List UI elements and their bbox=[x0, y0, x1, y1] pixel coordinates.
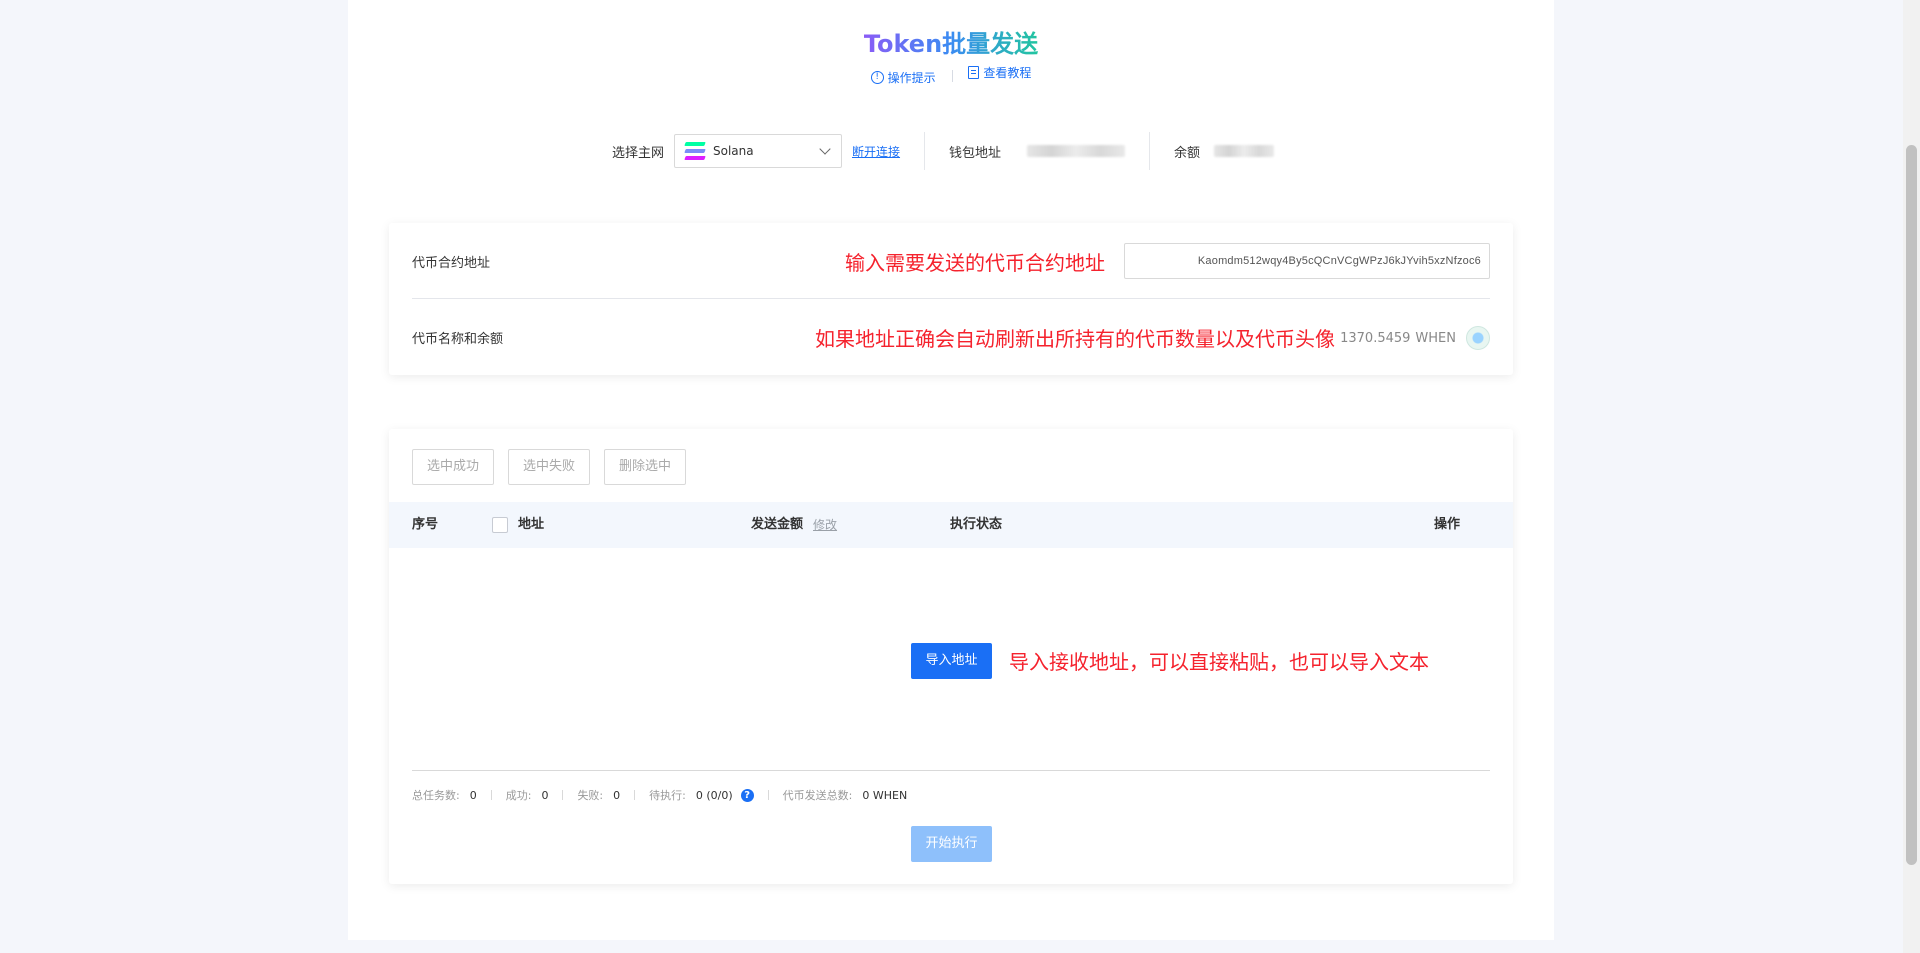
divider bbox=[924, 132, 926, 170]
column-action: 操作 bbox=[1434, 517, 1461, 532]
sent-total-value: 0 WHEN bbox=[862, 788, 908, 802]
disconnect-link[interactable]: 断开连接 bbox=[852, 143, 900, 160]
pending-label: 待执行: bbox=[649, 789, 686, 802]
fail-label: 失败: bbox=[577, 789, 604, 802]
divider bbox=[767, 790, 769, 800]
total-value: 0 bbox=[469, 788, 477, 802]
contract-label: 代币合约地址 bbox=[412, 255, 491, 271]
balance-label: 余额 bbox=[1174, 145, 1201, 161]
start-execution-button[interactable]: 开始执行 bbox=[911, 826, 992, 862]
token-info-row: 代币名称和余额 如果地址正确会自动刷新出所持有的代币数量以及代币头像 1370.… bbox=[412, 319, 1490, 355]
import-address-button[interactable]: 导入地址 bbox=[911, 643, 992, 679]
wallet-address-redacted bbox=[1027, 145, 1126, 157]
column-status: 执行状态 bbox=[950, 517, 1003, 532]
scrollbar-thumb[interactable] bbox=[1906, 145, 1917, 865]
pending-value: 0 (0/0) bbox=[695, 788, 733, 802]
chevron-down-icon bbox=[819, 143, 831, 155]
contract-address-input[interactable]: Kaomdm512wqy4By5cQCnVCgWPzJ6kJYvih5xzNfz… bbox=[1124, 243, 1490, 279]
network-label: 选择主网 bbox=[612, 145, 665, 161]
task-card: 选中成功 选中失败 删除选中 序号 地址 发送金额 修改 执行状态 操作 导入地… bbox=[389, 429, 1513, 884]
contract-row: 代币合约地址 输入需要发送的代币合约地址 Kaomdm512wqy4By5cQC… bbox=[412, 243, 1490, 279]
table-header: 序号 地址 发送金额 修改 执行状态 操作 bbox=[389, 502, 1513, 548]
divider bbox=[1149, 132, 1151, 170]
column-address: 地址 bbox=[492, 502, 544, 548]
info-icon: ! bbox=[870, 71, 884, 84]
wallet-label: 钱包地址 bbox=[949, 145, 1002, 161]
import-hint: 导入接收地址，可以直接粘贴，也可以导入文本 bbox=[1009, 650, 1429, 674]
delete-selected-button[interactable]: 删除选中 bbox=[604, 449, 687, 485]
tips-link[interactable]: ! 操作提示 bbox=[870, 69, 936, 86]
divider bbox=[412, 770, 1490, 771]
select-all-checkbox[interactable] bbox=[492, 517, 508, 533]
selection-buttons: 选中成功 选中失败 删除选中 bbox=[412, 449, 687, 485]
select-success-button[interactable]: 选中成功 bbox=[412, 449, 495, 485]
total-label: 总任务数: bbox=[412, 789, 460, 802]
token-symbol: WHEN bbox=[1415, 330, 1456, 346]
token-balance-amount: 1370.5459 bbox=[1340, 330, 1411, 346]
help-icon[interactable]: ? bbox=[740, 788, 754, 802]
document-icon bbox=[968, 66, 980, 79]
network-bar: 选择主网 Solana 断开连接 钱包地址 余额 bbox=[612, 132, 1275, 170]
token-balance: 1370.5459 WHEN bbox=[1340, 326, 1490, 350]
network-selected-value: Solana bbox=[713, 144, 754, 158]
task-stats: 总任务数: 0 成功: 0 失败: 0 待执行: 0 (0/0) ? 代币发送总… bbox=[412, 787, 907, 803]
success-label: 成功: bbox=[505, 789, 532, 802]
vertical-scrollbar[interactable] bbox=[1903, 0, 1920, 953]
sent-total-label: 代币发送总数: bbox=[782, 789, 853, 802]
tutorial-link[interactable]: 查看教程 bbox=[968, 64, 1031, 81]
page-title: Token批量发送 bbox=[863, 30, 1039, 58]
help-links: ! 操作提示 查看教程 bbox=[348, 64, 1554, 86]
fail-value: 0 bbox=[613, 788, 621, 802]
divider bbox=[490, 790, 492, 800]
column-index: 序号 bbox=[412, 517, 439, 532]
token-info-hint: 如果地址正确会自动刷新出所持有的代币数量以及代币头像 bbox=[815, 327, 1335, 351]
token-avatar-icon bbox=[1466, 326, 1490, 350]
token-name-label: 代币名称和余额 bbox=[412, 331, 504, 347]
divider bbox=[951, 69, 953, 82]
divider bbox=[634, 790, 636, 800]
contract-hint: 输入需要发送的代币合约地址 bbox=[845, 251, 1105, 275]
token-card: 代币合约地址 输入需要发送的代币合约地址 Kaomdm512wqy4By5cQC… bbox=[389, 223, 1513, 375]
network-select[interactable]: Solana bbox=[674, 134, 843, 168]
divider bbox=[562, 790, 564, 800]
column-amount: 发送金额 修改 bbox=[751, 502, 837, 548]
edit-amount-link[interactable]: 修改 bbox=[813, 502, 837, 548]
success-value: 0 bbox=[541, 788, 549, 802]
wallet-balance-redacted bbox=[1214, 145, 1275, 157]
select-failed-button[interactable]: 选中失败 bbox=[508, 449, 591, 485]
divider bbox=[412, 298, 1490, 299]
solana-icon bbox=[684, 142, 706, 160]
